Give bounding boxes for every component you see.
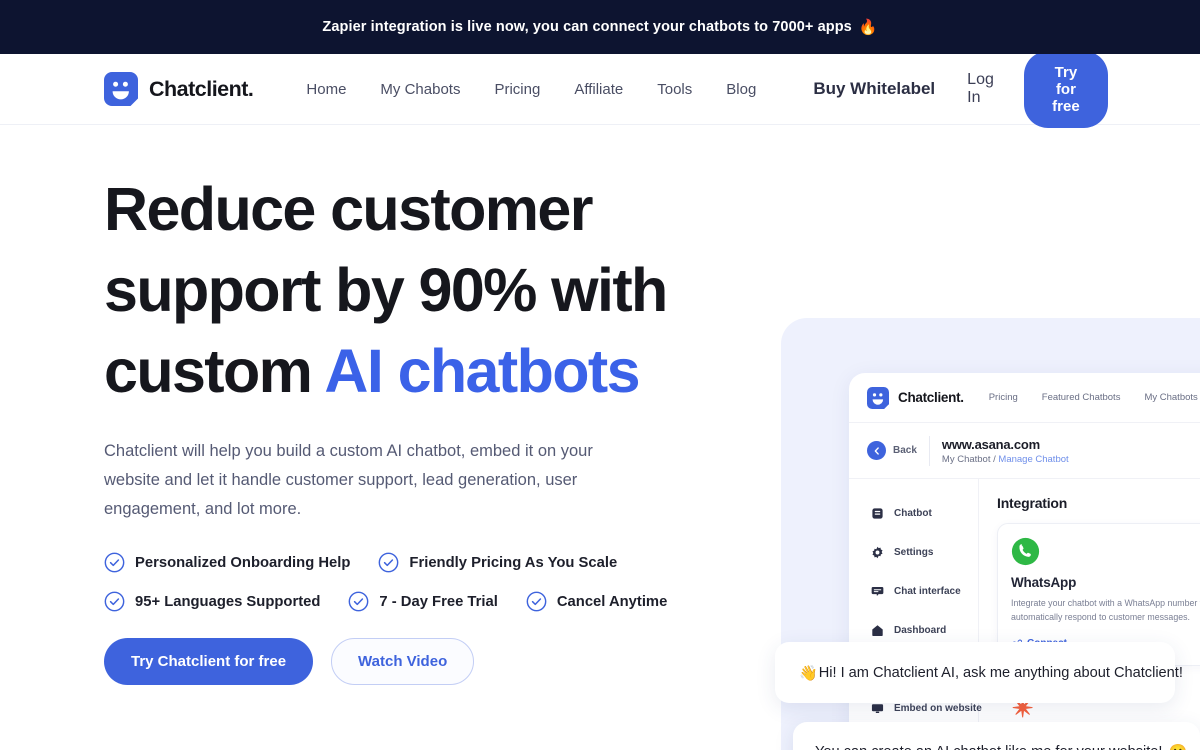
chat-smiley-logo-icon [104,72,138,106]
brand-name: Chatclient. [149,76,254,101]
feature-label: 7 - Day Free Trial [379,593,498,610]
wave-icon: 👋 [799,664,818,682]
dashboard-icon [872,625,883,636]
mockup-nav-featured-chatbots[interactable]: Featured Chatbots [1042,392,1121,403]
hero-subheading: Chatclient will help you build a custom … [104,442,593,518]
mockup-section-title: Integration [997,495,1068,511]
feature-item-free-trial: 7 - Day Free Trial [348,591,498,612]
feature-label: Friendly Pricing As You Scale [409,554,618,571]
chat-bubble-text: Hi! I am Chatclient AI, ask me anything … [818,664,1183,681]
announcement-banner-text: Zapier integration is live now, you can … [322,19,852,35]
feature-label: Cancel Anytime [556,593,668,610]
feature-label: 95+ Languages Supported [135,593,321,610]
hero-cta-row: Try Chatclient for free Watch Video [104,638,734,685]
sidebar-item-settings[interactable]: Settings [863,536,978,569]
nav-link-buy-whitelabel[interactable]: Buy Whitelabel [773,79,959,99]
sidebar-item-chatbot[interactable]: Chatbot [863,497,978,530]
feature-item-languages: 95+ Languages Supported [104,591,320,612]
nav-link-home[interactable]: Home [289,81,363,98]
headline-line-1: Reduce customer [104,175,593,243]
page-title: Reduce customer support by 90% with cust… [104,169,734,412]
hero-section: Reduce customer support by 90% with cust… [0,125,1200,750]
breadcrumb-path: My Chatbot / Manage Chatbot [942,454,1069,465]
nav-link-affiliate[interactable]: Affiliate [557,81,640,98]
feature-item-cancel-anytime: Cancel Anytime [526,591,667,612]
hero-content: Reduce customer support by 90% with cust… [104,169,734,685]
fire-icon: 🔥 [858,19,878,36]
sidebar-item-label: Chat interface [894,586,961,597]
mockup-brand-name: Chatclient. [898,390,964,405]
check-circle-icon [104,552,125,573]
feature-item-onboarding: Personalized Onboarding Help [104,552,350,573]
chat-bubble-greeting: 👋 Hi! I am Chatclient AI, ask me anythin… [775,642,1183,703]
chatbot-icon [872,508,883,519]
mockup-site-url: www.asana.com [941,436,1040,452]
sidebar-item-label: Dashboard [894,625,947,636]
check-circle-icon [379,552,399,573]
try-for-free-button[interactable]: Try for free [1023,50,1108,128]
back-label: Back [893,445,917,456]
sidebar-item-label: Settings [894,547,934,558]
feature-list: Personalized Onboarding Help Friendly Pr… [104,552,734,612]
back-button[interactable]: Back [867,435,930,466]
chat-smiley-logo-icon [867,386,889,409]
login-link[interactable]: Log In [959,65,1002,113]
chat-bubble-text: You can create an AI chatbot like me for… [815,744,1162,750]
mockup-sidebar: Chatbot Settings Chat interface Dashboar… [849,479,982,750]
try-chatclient-for-free-button[interactable]: Try Chatclient for free [104,638,314,685]
monitor-icon [871,704,884,714]
nav-link-blog[interactable]: Blog [709,81,773,98]
sidebar-item-chat-interface[interactable]: Chat interface [863,575,978,608]
breadcrumb: www.asana.com My Chatbot / Manage Chatbo… [942,437,1069,465]
feature-label: Personalized Onboarding Help [135,554,351,571]
announcement-banner[interactable]: Zapier integration is live now, you can … [0,0,1200,54]
check-circle-icon [104,591,125,612]
sidebar-item-label: Chatbot [894,508,932,519]
whatsapp-icon [1011,537,1040,566]
nav-links: Home My Chabots Pricing Affiliate Tools … [289,79,959,99]
arrow-left-icon [867,441,886,460]
feature-item-pricing: Friendly Pricing As You Scale [378,552,617,573]
sidebar-item-label: Embed on website [894,703,982,714]
mockup-topbar: Chatclient. Pricing Featured Chatbots My… [849,373,1200,423]
integration-description: Integrate your chatbot with a WhatsApp n… [1011,598,1200,622]
feature-row-2: 95+ Languages Supported 7 - Day Free Tri… [104,591,734,612]
gear-icon [872,546,883,559]
check-circle-icon [526,591,547,612]
headline-line-3-plain: custom [104,337,325,405]
chat-interface-icon [871,587,884,596]
headline-line-2: support by 90% with [104,256,668,324]
mockup-nav-my-chatbots[interactable]: My Chatbots [1144,392,1197,403]
nav-link-tools[interactable]: Tools [640,81,709,98]
integration-name: WhatsApp [1011,575,1077,590]
breadcrumb-current[interactable]: Manage Chatbot [998,454,1068,465]
nav-link-pricing[interactable]: Pricing [477,81,557,98]
nav-actions: Log In Try for free [959,50,1108,128]
headline-line-3-accent: AI chatbots [324,337,640,405]
watch-video-button[interactable]: Watch Video [331,638,475,685]
check-circle-icon [349,591,369,612]
brand-logo[interactable]: Chatclient. [104,72,254,106]
nav-link-my-chabots[interactable]: My Chabots [363,81,477,98]
mockup-nav-pricing[interactable]: Pricing [989,392,1018,403]
surprised-face-icon: 😮 [1168,743,1187,750]
breadcrumb-parent[interactable]: My Chatbot / [942,454,999,465]
chat-bubble-followup: You can create an AI chatbot like me for… [793,722,1200,750]
main-navigation: Chatclient. Home My Chabots Pricing Affi… [0,50,1200,128]
feature-row-1: Personalized Onboarding Help Friendly Pr… [104,552,734,573]
mockup-breadcrumb-bar: Back www.asana.com My Chatbot / Manage C… [849,423,1200,479]
